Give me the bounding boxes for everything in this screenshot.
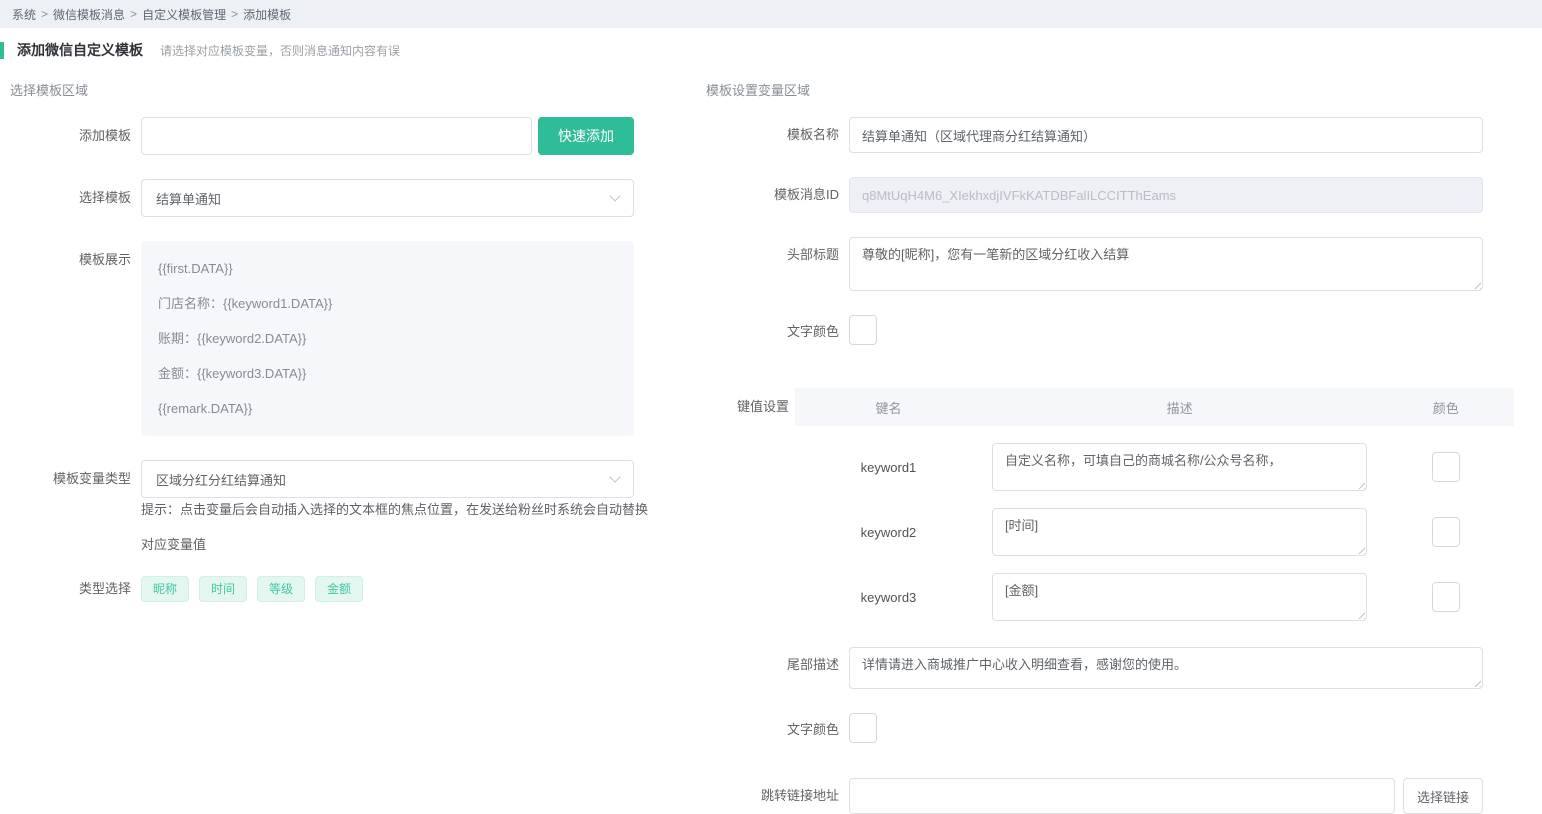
kv-color-picker-keyword1[interactable]	[1432, 452, 1460, 482]
preview-line: 账期：{{keyword2.DATA}}	[158, 321, 617, 356]
text-color-top-picker[interactable]	[849, 315, 877, 345]
template-variable-section: 模板设置变量区域 模板名称 模板消息ID 头部标题 尊敬的[昵称]，您有一笔新的…	[706, 76, 1542, 814]
chevron-down-icon	[1440, 460, 1451, 471]
chevron-down-icon	[609, 471, 620, 482]
breadcrumb-item-custom-template-management[interactable]: 自定义模板管理	[142, 6, 226, 23]
template-preview-box: {{first.DATA}} 门店名称：{{keyword1.DATA}} 账期…	[141, 241, 634, 436]
select-template-label: 选择模板	[0, 179, 141, 217]
variable-type-dropdown[interactable]: 区域分红分红结算通知	[141, 460, 634, 498]
kv-desc-textarea-keyword2[interactable]: [时间]	[992, 508, 1367, 556]
kv-desc-textarea-keyword1[interactable]: 自定义名称，可填自己的商城名称/公众号名称，	[992, 443, 1367, 491]
chevron-down-icon	[857, 721, 868, 732]
kv-key-name: keyword3	[795, 590, 982, 605]
select-template-section: 选择模板区域 添加模板 快速添加 选择模板 结算单通知 模板展示	[0, 76, 706, 814]
breadcrumb-separator: >	[130, 7, 137, 21]
template-preview-label: 模板展示	[0, 241, 141, 279]
right-section-title: 模板设置变量区域	[706, 80, 1542, 99]
page-header: 添加微信自定义模板 请选择对应模板变量，否则消息通知内容有误	[0, 38, 1542, 62]
add-template-label: 添加模板	[0, 117, 141, 155]
select-template-dropdown[interactable]: 结算单通知	[141, 179, 634, 217]
breadcrumb-separator: >	[41, 7, 48, 21]
kv-key-name: keyword2	[795, 525, 982, 540]
chevron-down-icon	[609, 190, 620, 201]
preview-line: 金额：{{keyword3.DATA}}	[158, 356, 617, 391]
kv-row-keyword3: keyword3 [金额]	[795, 573, 1514, 621]
footer-desc-label: 尾部描述	[706, 647, 849, 683]
text-color-top-label: 文字颜色	[706, 317, 849, 347]
kv-col-desc-header: 描述	[982, 398, 1377, 417]
page-title: 添加微信自定义模板	[17, 40, 143, 60]
template-msg-id-input	[849, 177, 1483, 213]
footer-desc-textarea[interactable]: 详情请进入商城推广中心收入明细查看，感谢您的使用。	[849, 647, 1483, 689]
kv-color-picker-keyword2[interactable]	[1432, 517, 1460, 547]
kv-table: 键名 描述 颜色 keyword1 自定义名称，可填自己的商城名称/公众号名称，	[795, 388, 1514, 621]
preview-line: 门店名称：{{keyword1.DATA}}	[158, 286, 617, 321]
header-title-textarea[interactable]: 尊敬的[昵称]，您有一笔新的区域分红收入结算	[849, 237, 1483, 291]
page-hint: 请选择对应模板变量，否则消息通知内容有误	[160, 42, 400, 59]
type-tag-nickname[interactable]: 昵称	[141, 576, 189, 602]
kv-desc-textarea-keyword3[interactable]: [金额]	[992, 573, 1367, 621]
variable-type-value: 区域分红分红结算通知	[156, 470, 286, 489]
quick-add-button[interactable]: 快速添加	[538, 117, 634, 155]
chevron-down-icon	[857, 323, 868, 334]
preview-line: {{remark.DATA}}	[158, 391, 617, 426]
kv-settings-label: 键值设置	[706, 388, 795, 426]
template-name-label: 模板名称	[706, 117, 849, 153]
breadcrumb: 系统 > 微信模板消息 > 自定义模板管理 > 添加模板	[0, 0, 1542, 28]
kv-key-name: keyword1	[795, 460, 982, 475]
type-tag-level[interactable]: 等级	[257, 576, 305, 602]
jump-link-input[interactable]	[849, 778, 1395, 814]
left-section-title: 选择模板区域	[10, 80, 706, 99]
variable-type-label: 模板变量类型	[0, 460, 141, 498]
breadcrumb-item-wechat-template-message[interactable]: 微信模板消息	[53, 6, 125, 23]
template-msg-id-label: 模板消息ID	[706, 177, 849, 213]
kv-row-keyword2: keyword2 [时间]	[795, 508, 1514, 556]
accent-bar	[0, 42, 4, 59]
variable-tip-text: 提示：点击变量后会自动插入选择的文本框的焦点位置，在发送给粉丝时系统会自动替换对…	[141, 492, 658, 562]
kv-col-color-header: 颜色	[1377, 398, 1514, 417]
kv-row-keyword1: keyword1 自定义名称，可填自己的商城名称/公众号名称，	[795, 443, 1514, 491]
template-name-input[interactable]	[849, 117, 1483, 153]
select-template-value: 结算单通知	[156, 189, 221, 208]
kv-table-header: 键名 描述 颜色	[795, 388, 1514, 426]
jump-link-label: 跳转链接地址	[706, 778, 849, 814]
breadcrumb-item-system[interactable]: 系统	[12, 6, 36, 23]
preview-line: {{first.DATA}}	[158, 251, 617, 286]
kv-col-key-header: 键名	[795, 398, 982, 417]
add-template-input[interactable]	[141, 117, 532, 155]
type-select-label: 类型选择	[0, 576, 141, 602]
type-tag-time[interactable]: 时间	[199, 576, 247, 602]
choose-link-button[interactable]: 选择链接	[1403, 778, 1483, 814]
text-color-bottom-picker[interactable]	[849, 713, 877, 743]
type-tag-amount[interactable]: 金额	[315, 576, 363, 602]
header-title-label: 头部标题	[706, 237, 849, 273]
chevron-down-icon	[1440, 525, 1451, 536]
kv-color-picker-keyword3[interactable]	[1432, 582, 1460, 612]
text-color-bottom-label: 文字颜色	[706, 715, 849, 745]
breadcrumb-separator: >	[231, 7, 238, 21]
chevron-down-icon	[1440, 590, 1451, 601]
breadcrumb-item-add-template[interactable]: 添加模板	[243, 6, 291, 23]
